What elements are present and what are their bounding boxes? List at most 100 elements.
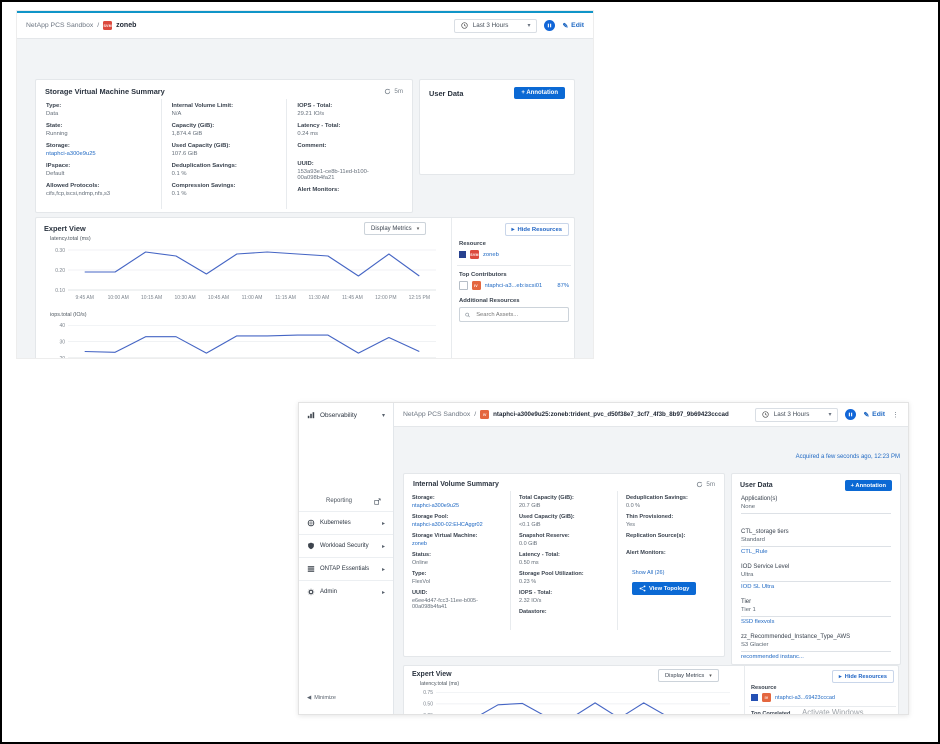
user-data-field: IOD Service Level Ultra IOD SL Ultra <box>732 564 900 590</box>
svg-text:10:30 AM: 10:30 AM <box>175 295 196 301</box>
gear-icon <box>307 588 315 596</box>
display-metrics-button[interactable]: Display Metrics ▾ <box>364 222 427 235</box>
summary-field: Capacity (GiB): 1,874.4 GiB <box>171 123 215 137</box>
resource-link[interactable]: ntaphci-a3...69423cccad <box>775 695 835 701</box>
contributor-checkbox[interactable] <box>459 281 468 290</box>
sidebar-item-workload-security[interactable]: Workload Security ▸ <box>299 534 393 557</box>
divider <box>457 265 571 266</box>
svg-text:0.20: 0.20 <box>55 268 65 274</box>
svm-page-header: NetApp PCS Sandbox / SVM zoneb Last 3 Ho… <box>17 13 593 39</box>
edit-button[interactable]: ✎ Edit <box>863 411 885 419</box>
svg-text:40: 40 <box>59 323 65 329</box>
clock-icon <box>461 22 468 29</box>
summary-field: Internal Volume Limit: N/A <box>171 103 234 117</box>
svg-text:20: 20 <box>59 356 65 359</box>
user-data-field-link[interactable]: SSD flexvols <box>741 619 891 625</box>
svg-text:11:15 AM: 11:15 AM <box>275 295 296 301</box>
hide-resources-button[interactable]: ▸ Hide Resources <box>504 223 569 236</box>
svg-text:11:00 AM: 11:00 AM <box>242 295 263 301</box>
iv-summary-header: Internal Volume Summary 5m <box>404 474 724 491</box>
screenshot-canvas: NetApp PCS Sandbox / SVM zoneb Last 3 Ho… <box>0 0 940 744</box>
view-topology-button[interactable]: View Topology <box>632 582 697 595</box>
svm-summary-col1: Type: Data State: Running Storage: ntaphci-a3… <box>36 99 161 209</box>
user-data-field-link[interactable] <box>741 516 891 520</box>
add-annotation-button[interactable]: + Annotation <box>514 87 565 99</box>
svg-text:11:30 AM: 11:30 AM <box>309 295 330 301</box>
series-color-swatch <box>751 694 758 701</box>
svm-summary-header: Storage Virtual Machine Summary 5m <box>36 80 412 99</box>
expert-view-charts: Expert View Display Metrics ▾ latency.to… <box>36 218 451 359</box>
sidebar-item-ontap-essentials[interactable]: ONTAP Essentials ▸ <box>299 557 393 580</box>
pause-icon <box>849 412 853 417</box>
resource-link[interactable]: zoneb <box>483 252 499 258</box>
time-range-picker[interactable]: Last 3 Hours ▾ <box>453 18 538 33</box>
sidebar-sub-item[interactable] <box>299 478 393 491</box>
summary-field: Allowed Protocols: cifs,fcp,iscsi,ndmp,nf… <box>46 183 111 197</box>
user-data-fields: Application(s) None CTL_storage tiers St… <box>732 496 900 660</box>
pause-icon <box>548 23 552 28</box>
auto-refresh-button[interactable] <box>544 20 556 31</box>
svm-icon: SVM <box>470 250 479 259</box>
user-data-field-link[interactable]: CTL_Rule <box>741 549 891 555</box>
user-data-title: User Data <box>740 482 773 489</box>
summary-field: IPspace: Default <box>46 163 71 177</box>
user-data-field: Application(s) None <box>732 496 900 520</box>
edit-button[interactable]: ✎ Edit <box>562 22 584 30</box>
user-data-title: User Data <box>429 88 464 98</box>
breadcrumb: NetApp PCS Sandbox / SVM zoneb <box>26 21 136 30</box>
hide-resources-button[interactable]: ▸ Hide Resources <box>831 670 894 683</box>
display-metrics-button[interactable]: Display Metrics ▾ <box>658 669 719 682</box>
svm-summary-columns: Type: Data State: Running Storage: ntaphci-a3… <box>36 99 412 209</box>
more-menu-icon[interactable]: ⋮ <box>892 411 899 419</box>
expert-view-title: Expert View <box>412 671 452 678</box>
topology-icon <box>639 585 646 592</box>
svg-text:10:45 AM: 10:45 AM <box>208 295 229 301</box>
collapse-left-icon: ◀ <box>307 695 312 701</box>
chevron-down-icon: ▾ <box>828 412 832 418</box>
time-range-picker[interactable]: Last 3 Hours ▾ <box>754 407 839 422</box>
summary-field: Alert Monitors: <box>297 187 340 193</box>
svg-text:9:45 AM: 9:45 AM <box>76 295 94 301</box>
summary-field: Snapshot Reserve: 0.0 GiB <box>519 533 570 547</box>
sidebar-item-admin[interactable]: Admin ▸ <box>299 580 393 603</box>
sidebar-sub-item[interactable] <box>299 465 393 478</box>
alert-monitor-links <box>626 559 716 566</box>
chevron-right-icon: ▸ <box>381 566 385 573</box>
summary-field: Latency - Total: 0.50 ms <box>519 552 560 566</box>
internal-volume-main: NetApp PCS Sandbox / IV ntaphci-a300e9u2… <box>394 403 908 714</box>
chevron-right-icon: ▸ <box>381 520 385 527</box>
breadcrumb-app[interactable]: NetApp PCS Sandbox <box>26 22 93 29</box>
iv-summary-col1: Storage: ntaphci-a300e9u25 Storage Pool: nt… <box>404 491 510 630</box>
bar-chart-icon <box>307 412 315 419</box>
summary-field: Type: FlexVol <box>412 571 431 585</box>
sidebar-sub-item[interactable] <box>299 439 393 452</box>
add-annotation-button[interactable]: + Annotation <box>844 480 892 491</box>
acquired-status: Acquired a few seconds ago, 12:23 PM <box>795 454 900 460</box>
iv-summary-card: Internal Volume Summary 5m Storage: ntaph… <box>403 473 725 657</box>
time-range-value: Last 3 Hours <box>472 22 509 29</box>
refresh-control[interactable]: 5m <box>696 481 715 488</box>
user-data-field-link[interactable]: IOD SL Ultra <box>741 584 891 590</box>
shield-icon <box>308 542 314 550</box>
user-data-field-link[interactable]: recommended instanc... <box>741 654 891 660</box>
svg-text:0.30: 0.30 <box>55 248 65 254</box>
sidebar-sub-item[interactable] <box>299 452 393 465</box>
iv-summary-col3-fields: Deduplication Savings: 0.0 % Thin Provisio… <box>626 495 716 545</box>
contributor-link[interactable]: ntaphci-a3...eb:iscsi01 <box>485 283 543 289</box>
sidebar-item-kubernetes[interactable]: Kubernetes ▸ <box>299 511 393 534</box>
minimize-sidebar-button[interactable]: ◀ Minimize <box>307 695 336 701</box>
sidebar-item-reporting[interactable]: Reporting <box>299 491 393 511</box>
sidebar-sub-item[interactable] <box>299 426 393 439</box>
chevron-down-icon: ▾ <box>527 23 531 29</box>
auto-refresh-button[interactable] <box>845 409 857 420</box>
refresh-control[interactable]: 5m <box>384 88 403 95</box>
breadcrumb-app[interactable]: NetApp PCS Sandbox <box>403 411 470 418</box>
search-input[interactable] <box>474 310 563 319</box>
contributor-percent: 87% <box>557 282 569 289</box>
internal-volume-icon: IV <box>762 693 771 702</box>
sidebar-item-observability[interactable]: Observability ▾ <box>299 403 393 426</box>
summary-field: Storage Virtual Machine: zoneb <box>412 533 478 547</box>
refresh-icon <box>385 88 391 95</box>
svg-text:0.50: 0.50 <box>423 702 433 708</box>
show-all-link[interactable]: Show All (26) <box>632 570 716 576</box>
